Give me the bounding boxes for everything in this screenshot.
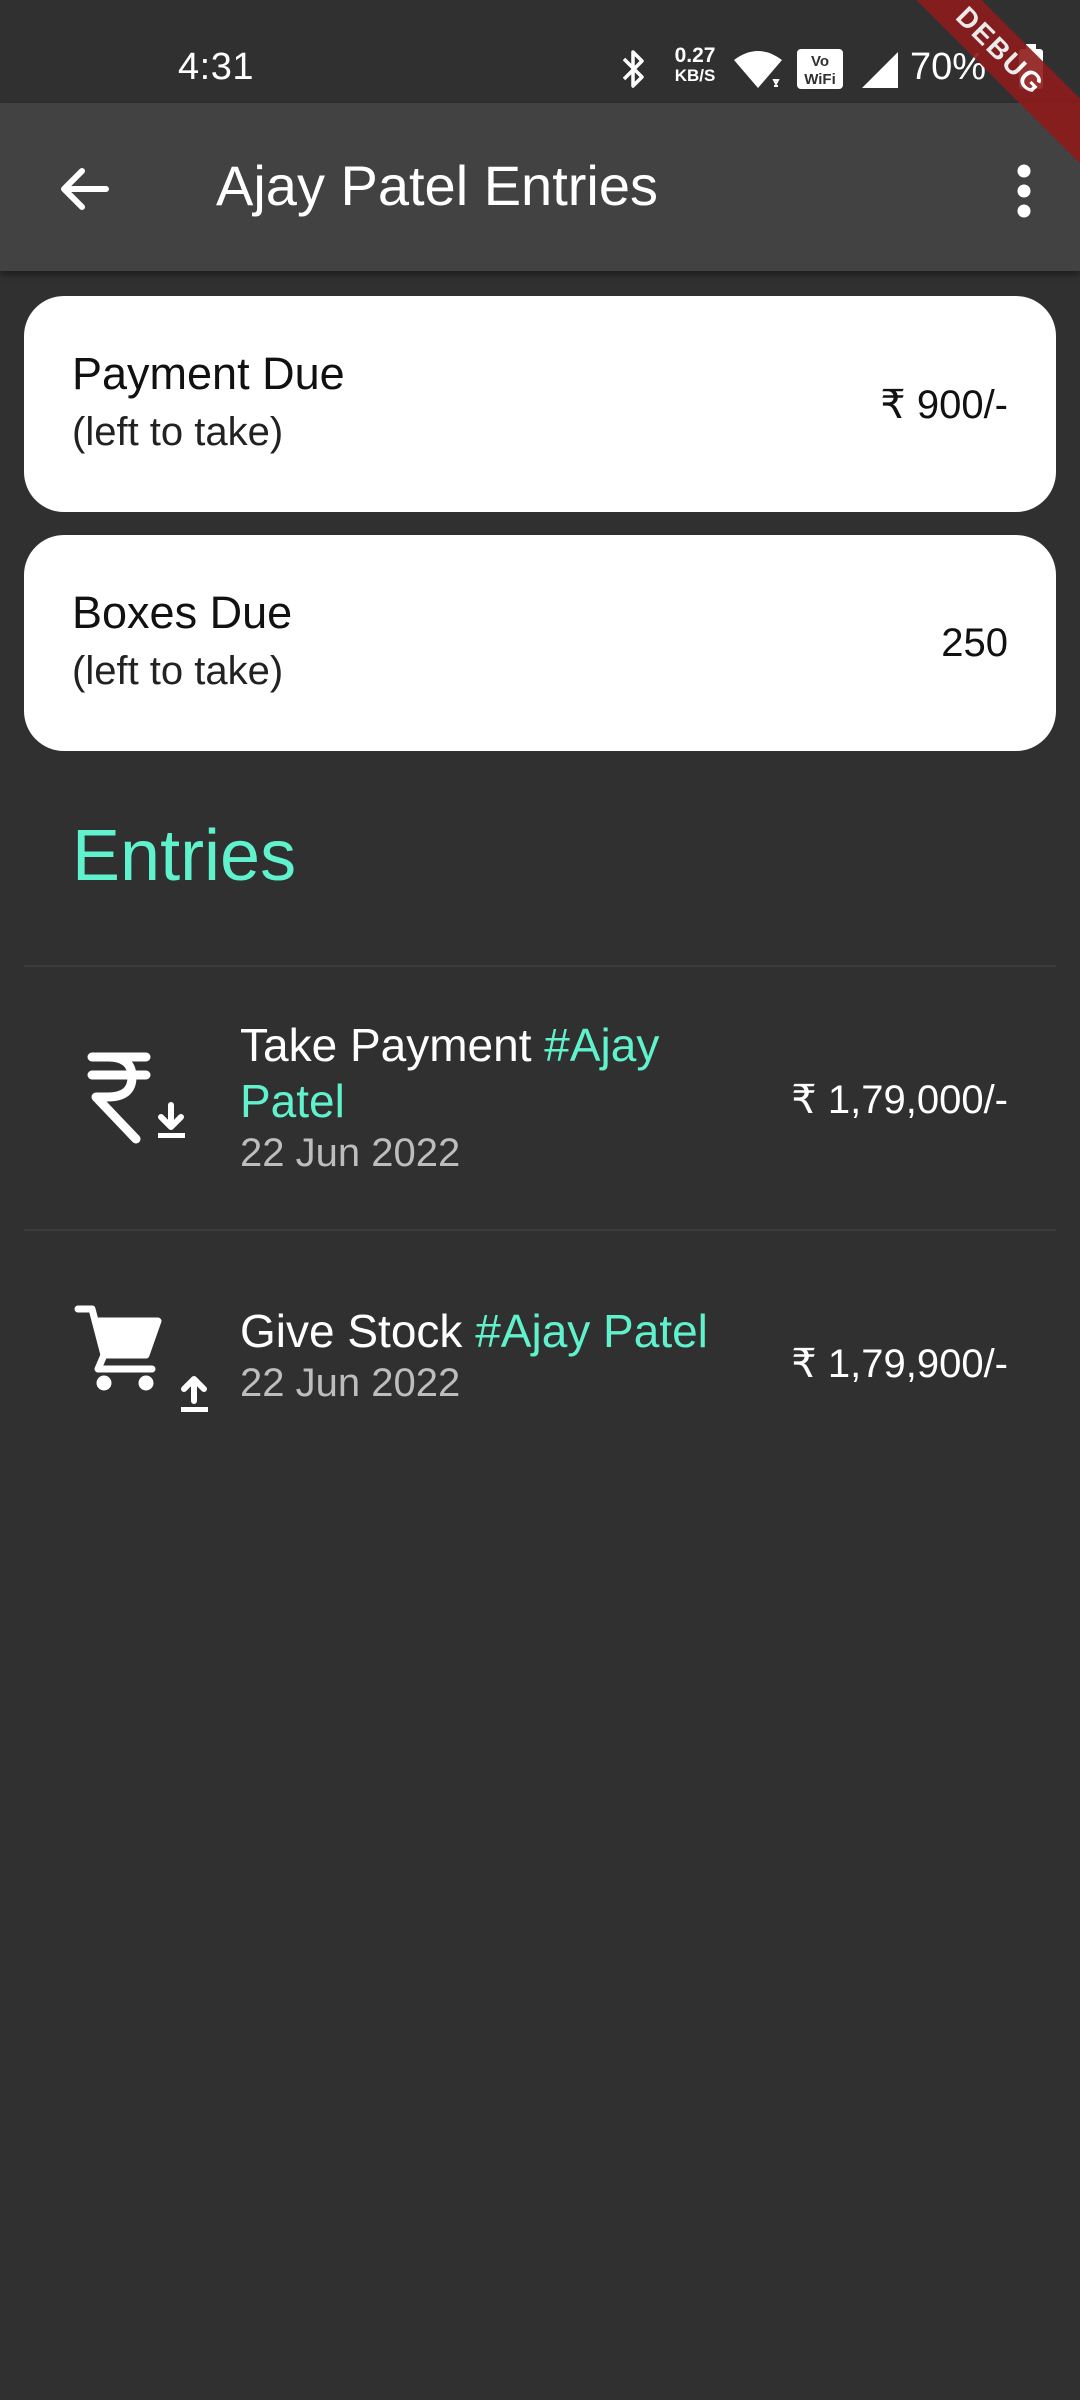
more-options-button[interactable] (992, 151, 1056, 231)
svg-text:Vo: Vo (811, 53, 829, 70)
rupee-download-icon (87, 1052, 185, 1144)
status-time: 4:31 (178, 46, 254, 88)
app-bar: Ajay Patel Entries (0, 103, 1080, 271)
back-button[interactable] (48, 153, 120, 225)
arrow-back-icon (61, 168, 109, 210)
bluetooth-icon (622, 50, 644, 88)
list-item[interactable]: Take Payment #Ajay Patel 22 Jun 2022 ₹ 1… (24, 967, 1056, 1229)
list-item[interactable]: Give Stock #Ajay Patel 22 Jun 2022 ₹ 1,7… (24, 1231, 1056, 1441)
page-title: Ajay Patel Entries (216, 154, 658, 217)
entry-amount: ₹ 1,79,000/- (791, 1078, 1008, 1122)
entry-text: Give Stock #Ajay Patel 22 Jun 2022 (240, 1303, 800, 1406)
vowifi-icon: Vo WiFi (797, 49, 843, 89)
entry-title: Give Stock #Ajay Patel (240, 1305, 708, 1357)
status-bar: 4:31 0.27 KB/S Vo WiFi 70% (0, 0, 1080, 103)
payment-due-title: Payment Due (72, 348, 345, 399)
payment-due-subtitle: (left to take) (72, 410, 284, 454)
boxes-due-value: 250 (941, 621, 1008, 665)
boxes-due-card[interactable]: Boxes Due (left to take) 250 (24, 535, 1056, 751)
net-speed: 0.27 KB/S (674, 44, 716, 85)
payment-due-card[interactable]: Payment Due (left to take) ₹ 900/- (24, 296, 1056, 512)
entry-title: Take Payment #Ajay Patel (240, 1019, 660, 1127)
entry-date: 22 Jun 2022 (240, 1361, 461, 1405)
entry-amount: ₹ 1,79,900/- (791, 1342, 1008, 1386)
entry-tag[interactable]: #Ajay Patel (475, 1305, 708, 1357)
wifi-icon (734, 51, 782, 88)
entry-date: 22 Jun 2022 (240, 1131, 461, 1175)
entries-heading: Entries (72, 816, 297, 896)
more-vert-icon (1017, 164, 1031, 218)
boxes-due-title: Boxes Due (72, 587, 293, 638)
boxes-due-subtitle: (left to take) (72, 649, 284, 693)
signal-icon (862, 52, 898, 88)
svg-text:WiFi: WiFi (804, 71, 836, 88)
screen: 4:31 0.27 KB/S Vo WiFi 70% DEBUG Ajay Pa… (0, 0, 1080, 2400)
payment-due-value: ₹ 900/- (880, 383, 1008, 427)
cart-upload-icon (74, 1305, 208, 1412)
entry-text: Take Payment #Ajay Patel 22 Jun 2022 (240, 1017, 760, 1176)
